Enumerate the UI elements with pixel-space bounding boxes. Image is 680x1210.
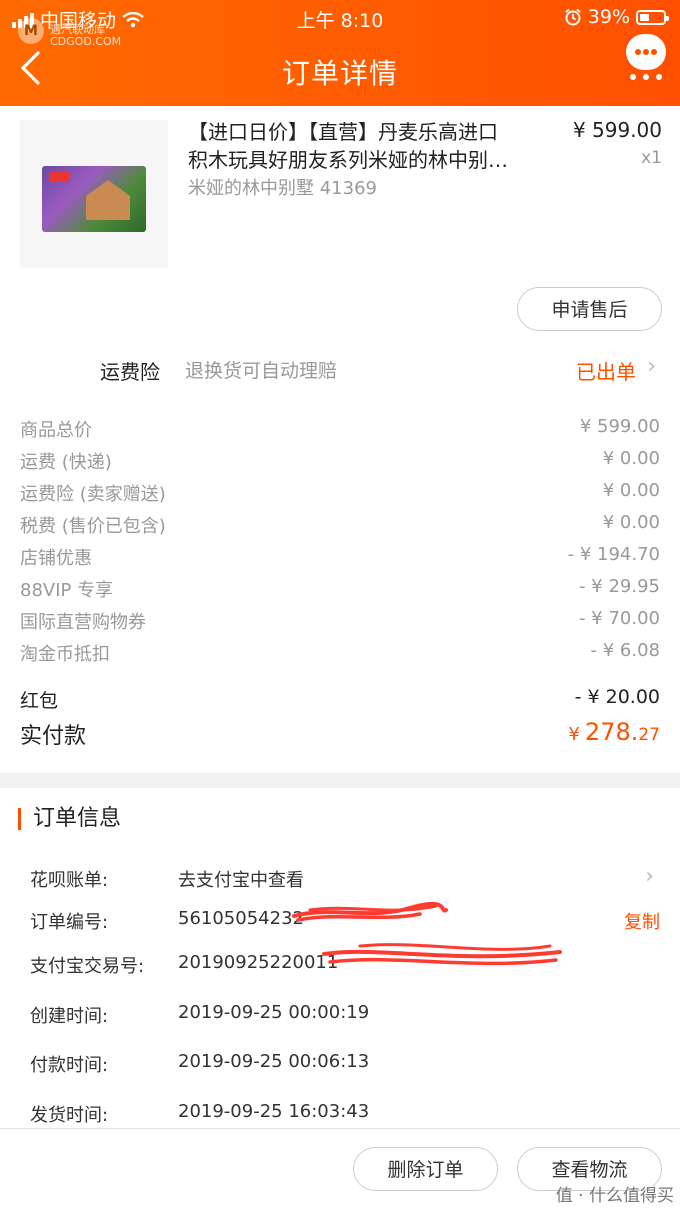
total-int: 278. bbox=[584, 718, 639, 746]
order-info-card: 订单信息 花呗账单: 去支付宝中查看 › 订单编号: 56105054232 复… bbox=[0, 788, 680, 1128]
bottom-action-bar: 删除订单 查看物流 值 · 什么值得买 bbox=[0, 1128, 680, 1210]
battery-icon bbox=[636, 9, 669, 25]
fee-row: 淘金币抵扣 - ¥ 6.08 bbox=[20, 640, 660, 672]
fee-row: 店铺优惠 - ¥ 194.70 bbox=[20, 544, 660, 576]
info-value: 2019-09-25 00:00:19 bbox=[178, 1002, 370, 1023]
fee-value: - ¥ 29.95 bbox=[579, 576, 660, 597]
smzdm-watermark: 值 · 什么值得买 bbox=[555, 1186, 674, 1206]
fee-label: 国际直营购物券 bbox=[20, 612, 146, 633]
header: 中国移动 上午 8:10 39% M 遇汽联动库 CDGOD.COM 订单详情 bbox=[0, 0, 680, 106]
info-row-paid: 付款时间: 2019-09-25 00:06:13 bbox=[30, 1051, 660, 1085]
fee-row: 88VIP 专享 - ¥ 29.95 bbox=[20, 576, 660, 608]
insurance-status: 已出单 bbox=[576, 360, 636, 384]
fee-label: 红包 bbox=[20, 690, 59, 712]
fee-value: - ¥ 20.00 bbox=[574, 686, 660, 708]
redaction-scribble bbox=[292, 901, 448, 922]
total-dec: 27 bbox=[638, 725, 660, 745]
fee-value: ¥ 599.00 bbox=[579, 416, 660, 437]
fee-label: 运费险 (卖家赠送) bbox=[20, 484, 166, 505]
total-label: 实付款 bbox=[20, 724, 87, 749]
page-title: 订单详情 bbox=[281, 57, 398, 90]
fee-label: 税费 (售价已包含) bbox=[20, 516, 166, 537]
redaction-scribble bbox=[322, 943, 562, 966]
fee-value: - ¥ 194.70 bbox=[567, 544, 660, 565]
product-qty: x1 bbox=[641, 148, 662, 168]
order-summary-card: 【进口日价】【直营】丹麦乐高进口 积木玩具好朋友系列米娅的林中别… ¥ 599.… bbox=[0, 106, 680, 773]
more-button[interactable] bbox=[626, 34, 666, 80]
insurance-desc: 退换货可自动理赔 bbox=[185, 360, 338, 382]
after-sale-button[interactable]: 申请售后 bbox=[517, 287, 662, 331]
alarm-icon bbox=[565, 8, 581, 26]
info-label: 支付宝交易号: bbox=[30, 956, 145, 977]
fee-row: 国际直营购物券 - ¥ 70.00 bbox=[20, 608, 660, 640]
more-chat-icon bbox=[626, 34, 666, 70]
info-value: 2019-09-25 16:03:43 bbox=[178, 1101, 370, 1122]
battery-fill bbox=[640, 13, 649, 21]
info-label: 订单编号: bbox=[30, 912, 109, 933]
fee-label: 淘金币抵扣 bbox=[20, 644, 110, 665]
product-price: ¥ 599.00 bbox=[572, 118, 662, 142]
product-title[interactable]: 【进口日价】【直营】丹麦乐高进口 积木玩具好朋友系列米娅的林中别… bbox=[188, 118, 548, 174]
fee-label: 商品总价 bbox=[20, 420, 92, 441]
fee-label: 运费 (快递) bbox=[20, 452, 112, 473]
fee-value: ¥ 0.00 bbox=[602, 512, 660, 533]
product-image[interactable] bbox=[20, 120, 168, 268]
fee-value: ¥ 0.00 bbox=[602, 448, 660, 469]
info-value: 56105054232 bbox=[178, 908, 304, 929]
info-value: 去支付宝中查看 bbox=[178, 870, 304, 891]
product-sku: 米娅的林中别墅 41369 bbox=[188, 178, 377, 199]
delete-order-button[interactable]: 删除订单 bbox=[353, 1147, 498, 1191]
info-label: 创建时间: bbox=[30, 1006, 109, 1027]
total-value: ¥ 278.27 bbox=[568, 718, 660, 746]
insurance-label: 运费险 bbox=[100, 360, 160, 384]
info-row-huabei[interactable]: 花呗账单: 去支付宝中查看 › bbox=[30, 864, 660, 900]
copy-button[interactable]: 复制 bbox=[624, 908, 660, 934]
info-label: 花呗账单: bbox=[30, 870, 109, 891]
info-value: 20190925220011 bbox=[178, 952, 339, 973]
total-currency: ¥ bbox=[568, 724, 580, 745]
watermark-text: 遇汽联动库 CDGOD.COM bbox=[50, 24, 121, 48]
lego-box-image bbox=[42, 166, 146, 232]
fee-row-red-packet: 红包 - ¥ 20.00 bbox=[20, 686, 660, 718]
watermark-line2: CDGOD.COM bbox=[50, 35, 122, 48]
more-dots bbox=[630, 74, 662, 80]
status-right: 39% bbox=[564, 6, 669, 28]
chevron-right-icon: › bbox=[647, 354, 656, 379]
shipping-insurance-row[interactable]: 运费险 退换货可自动理赔 已出单 › bbox=[0, 346, 680, 396]
chevron-right-icon: › bbox=[645, 864, 654, 889]
fee-label: 88VIP 专享 bbox=[20, 580, 114, 601]
fee-row: 运费 (快递) ¥ 0.00 bbox=[20, 448, 660, 480]
battery-percent: 39% bbox=[587, 6, 630, 28]
info-label: 发货时间: bbox=[30, 1105, 109, 1126]
fee-value: - ¥ 70.00 bbox=[579, 608, 660, 629]
fee-value: ¥ 0.00 bbox=[602, 480, 660, 501]
fee-row: 运费险 (卖家赠送) ¥ 0.00 bbox=[20, 480, 660, 512]
info-label: 付款时间: bbox=[30, 1055, 109, 1076]
fee-label: 店铺优惠 bbox=[20, 548, 92, 569]
total-paid-row: 实付款 ¥ 278.27 bbox=[20, 718, 660, 758]
product-title-line1: 【进口日价】【直营】丹麦乐高进口 bbox=[188, 120, 498, 144]
product-title-line2: 积木玩具好朋友系列米娅的林中别… bbox=[188, 148, 508, 172]
section-title: 订单信息 bbox=[18, 808, 121, 830]
fee-row: 商品总价 ¥ 599.00 bbox=[20, 416, 660, 448]
info-value: 2019-09-25 00:06:13 bbox=[178, 1051, 370, 1072]
info-row-created: 创建时间: 2019-09-25 00:00:19 bbox=[30, 1002, 660, 1036]
fee-row: 税费 (售价已包含) ¥ 0.00 bbox=[20, 512, 660, 544]
fee-value: - ¥ 6.08 bbox=[590, 640, 660, 661]
watermark-logo: M bbox=[18, 18, 44, 44]
